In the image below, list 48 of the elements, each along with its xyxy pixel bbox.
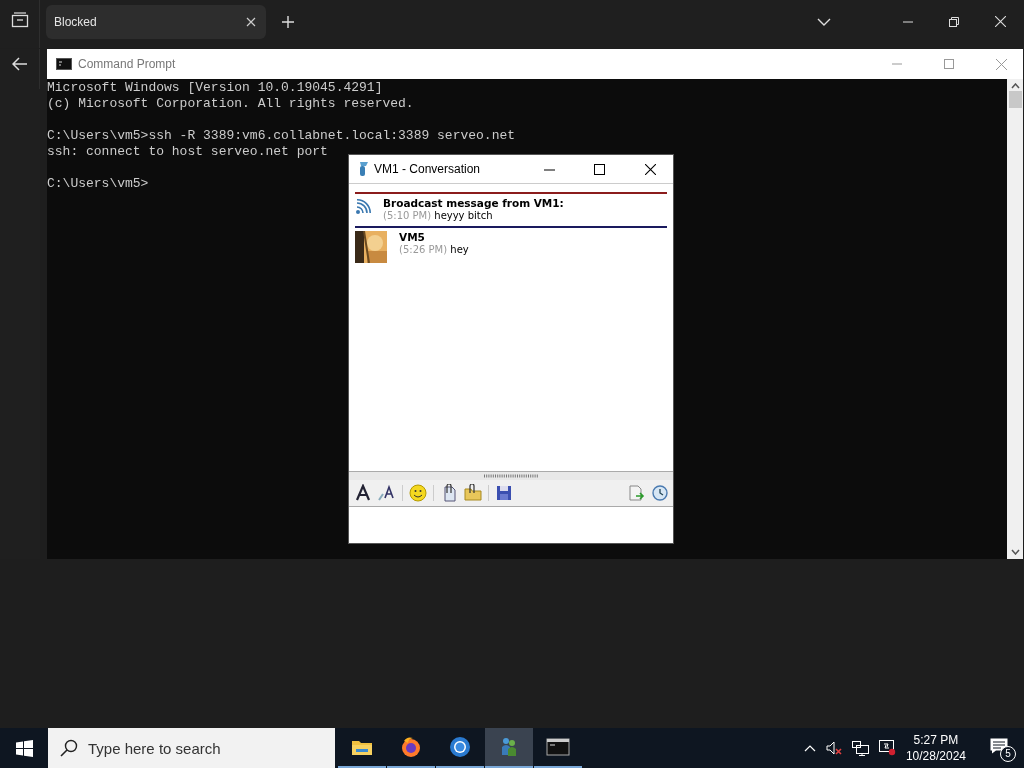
back-arrow-icon[interactable] [11, 57, 28, 71]
tabs-icon[interactable] [10, 12, 29, 28]
chevron-down-icon[interactable] [817, 17, 831, 26]
network-icon[interactable] [851, 740, 869, 756]
message-text: (5:26 PM) hey [399, 244, 469, 255]
search-field[interactable]: Type here to search [48, 728, 335, 768]
search-icon [60, 739, 78, 757]
plus-icon[interactable] [282, 16, 294, 28]
console-line: Microsoft Windows [Version 10.0.19045.4291] [47, 80, 383, 96]
console-line: (c) Microsoft Corporation. All rights reserved. [47, 96, 414, 112]
browser-icon [448, 735, 472, 759]
maximize-icon[interactable] [594, 163, 605, 175]
font-color-icon[interactable] [378, 484, 396, 502]
font-icon[interactable] [354, 484, 372, 502]
tab-title: Blocked [54, 15, 97, 29]
console-line: C:\Users\vm5>ssh -R 3389:vm6.collabnet.local:3389 serveo.net [47, 128, 516, 144]
window-title: Command Prompt [78, 57, 176, 71]
sender-name: Broadcast message from VM1: [383, 197, 564, 209]
save-icon[interactable] [495, 484, 513, 502]
windows-logo-icon[interactable] [15, 739, 33, 757]
broadcast-icon [355, 199, 373, 215]
chevron-up-icon[interactable] [803, 744, 816, 752]
scroll-down-icon[interactable] [1010, 549, 1020, 555]
search-placeholder: Type here to search [88, 739, 221, 757]
resize-grip-icon[interactable] [484, 474, 538, 478]
restore-icon[interactable] [949, 16, 959, 27]
console-icon [56, 58, 72, 70]
console-line: ssh: connect to host serveo.net port [47, 144, 328, 160]
clock-time[interactable]: 5:27 PM [913, 732, 959, 748]
messenger-icon [357, 161, 369, 177]
smiley-icon[interactable] [409, 484, 427, 502]
clock-date[interactable]: 10/28/2024 [905, 748, 966, 764]
close-icon[interactable] [645, 163, 656, 175]
sender-name: VM5 [399, 231, 426, 243]
history-icon[interactable] [651, 484, 669, 502]
notification-count: 5 [1000, 746, 1016, 762]
window-title: VM1 - Conversation [374, 162, 481, 176]
message-text: (5:10 PM) heyyy bitch [383, 210, 494, 221]
remote-desktop-icon[interactable] [878, 740, 896, 756]
scroll-thumb[interactable] [1008, 91, 1022, 108]
console-line: C:\Users\vm5> [47, 176, 149, 192]
scroll-up-icon[interactable] [1010, 83, 1020, 89]
speaker-muted-icon[interactable] [825, 741, 842, 755]
console-icon [546, 735, 570, 759]
send-file-icon[interactable] [627, 484, 645, 502]
attach-folder-icon[interactable] [464, 484, 482, 502]
browser-tab[interactable]: Blocked [46, 5, 266, 39]
fox-browser-icon [399, 735, 423, 759]
